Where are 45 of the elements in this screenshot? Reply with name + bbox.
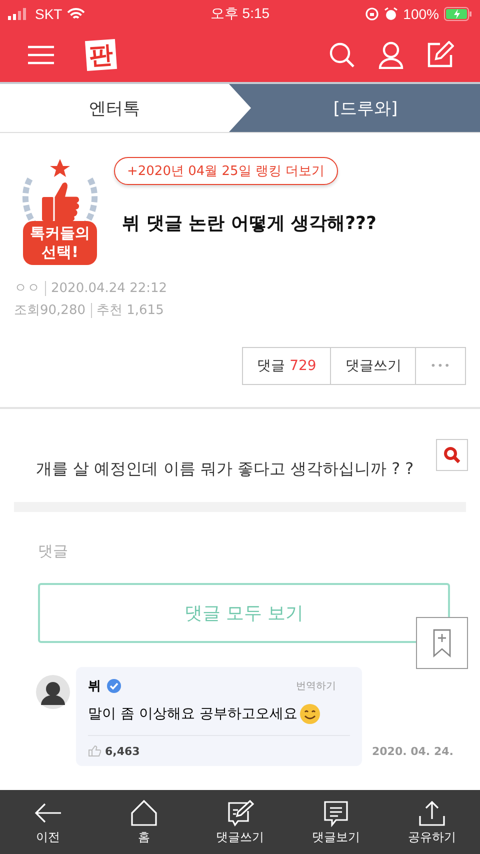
post-body-text: 개를 살 예정인데 이름 뭐가 좋다고 생각하십니까 ? ? bbox=[36, 459, 414, 480]
logo[interactable]: 판 bbox=[85, 39, 117, 71]
view-count: 조회90,280 bbox=[14, 303, 86, 318]
comments-heading: 댓글 bbox=[38, 542, 69, 561]
rotation-lock-icon bbox=[365, 7, 380, 21]
comment-date: 2020. 04. 24. bbox=[372, 745, 454, 758]
avatar-icon bbox=[36, 675, 70, 709]
edit-icon[interactable] bbox=[426, 41, 454, 69]
comments-nav-button[interactable]: 댓글보기 bbox=[291, 798, 381, 846]
comments-icon bbox=[321, 798, 351, 826]
category-tab[interactable]: [드루와] bbox=[229, 84, 480, 132]
comments-button[interactable]: 댓글 729 bbox=[242, 347, 332, 385]
post-date: 2020.04.24 22:12 bbox=[45, 281, 168, 296]
share-icon bbox=[417, 798, 447, 826]
bookmark-button[interactable] bbox=[416, 617, 468, 669]
share-nav-button[interactable]: 공유하기 bbox=[387, 798, 477, 846]
author-name: ㅇㅇ bbox=[14, 281, 40, 296]
ranking-link[interactable]: +2020년 04월 25일 랭킹 더보기 bbox=[114, 157, 338, 185]
write-comment-button[interactable]: 댓글쓰기 bbox=[330, 347, 416, 385]
write-nav-button[interactable]: 댓글쓰기 bbox=[195, 798, 285, 846]
wifi-icon bbox=[67, 8, 86, 20]
comment-likes: 6,463 bbox=[105, 744, 140, 758]
bookmark-icon bbox=[432, 628, 452, 658]
comment-text: 말이 좀 이상해요 공부하고오세요 bbox=[88, 705, 298, 723]
home-nav-button[interactable]: 홈 bbox=[99, 798, 189, 846]
clock-time: 오후 5:15 bbox=[210, 5, 270, 23]
menu-icon[interactable] bbox=[28, 45, 54, 65]
commenter-name: 뷔 bbox=[88, 678, 101, 695]
search-button[interactable] bbox=[436, 439, 468, 471]
award-badge: 톡커들의 선택! bbox=[23, 221, 97, 265]
search-icon[interactable] bbox=[328, 41, 356, 69]
post-title: 뷔 댓글 논란 어떻게 생각해??? bbox=[122, 212, 376, 235]
user-icon[interactable] bbox=[378, 41, 404, 69]
recommend-count: 추천 1,615 bbox=[90, 303, 164, 318]
home-icon bbox=[129, 798, 159, 826]
battery-percent: 100% bbox=[403, 6, 439, 22]
alarm-icon bbox=[384, 7, 398, 21]
battery-icon bbox=[444, 7, 472, 21]
write-icon bbox=[225, 798, 255, 826]
thumbs-up-icon bbox=[88, 745, 101, 757]
smiley-icon bbox=[299, 703, 322, 725]
search-icon bbox=[443, 446, 461, 464]
carrier-name: SKT bbox=[35, 6, 62, 22]
back-nav-button[interactable]: 이전 bbox=[3, 798, 93, 846]
verified-icon bbox=[107, 679, 121, 693]
